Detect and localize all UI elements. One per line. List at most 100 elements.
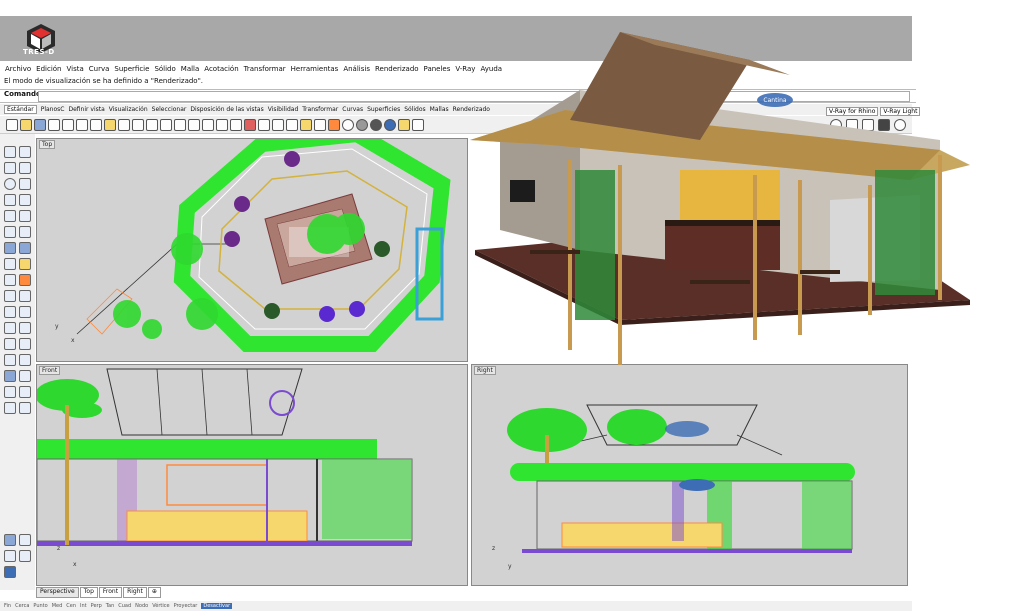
shaded-sphere-icon[interactable] bbox=[356, 119, 368, 131]
open-folder-icon[interactable] bbox=[20, 119, 32, 131]
arc-icon[interactable] bbox=[19, 178, 31, 190]
menu-acotacion[interactable]: Acotación bbox=[204, 65, 238, 73]
ellipse-icon[interactable] bbox=[4, 210, 16, 222]
save-icon[interactable] bbox=[34, 119, 46, 131]
box-icon[interactable] bbox=[4, 242, 16, 254]
menu-malla[interactable]: Malla bbox=[181, 65, 200, 73]
tab-definir-vista[interactable]: Definir vista bbox=[68, 106, 104, 113]
osnap-perp[interactable]: Perp bbox=[91, 603, 102, 609]
tab-superficies[interactable]: Superficies bbox=[367, 106, 400, 113]
osnap-proyectar[interactable]: Proyectar bbox=[174, 603, 198, 609]
text-icon[interactable] bbox=[4, 386, 16, 398]
solid-icon[interactable] bbox=[19, 242, 31, 254]
array-icon[interactable] bbox=[19, 354, 31, 366]
layer-icon[interactable] bbox=[4, 566, 16, 578]
osnap-med[interactable]: Med bbox=[52, 603, 63, 609]
explode-icon[interactable] bbox=[4, 290, 16, 302]
select-arrow-icon[interactable] bbox=[4, 146, 16, 158]
menu-paneles[interactable]: Paneles bbox=[424, 65, 451, 73]
menu-edicion[interactable]: Edición bbox=[36, 65, 61, 73]
analyze-icon[interactable] bbox=[4, 402, 16, 414]
osnap-tan[interactable]: Tan bbox=[106, 603, 114, 609]
copy-object-icon[interactable] bbox=[19, 322, 31, 334]
cut-icon[interactable] bbox=[76, 119, 88, 131]
undo-icon[interactable] bbox=[118, 119, 130, 131]
dimension-icon[interactable] bbox=[19, 370, 31, 382]
cplane-icon[interactable] bbox=[244, 119, 256, 131]
polygon-icon[interactable] bbox=[4, 194, 16, 206]
osnap-nodo[interactable]: Nodo bbox=[135, 603, 148, 609]
help-icon[interactable] bbox=[412, 119, 424, 131]
viewport-right[interactable]: Right z y bbox=[471, 364, 908, 586]
boolean-union-icon[interactable] bbox=[4, 274, 16, 286]
rotate-view-icon[interactable] bbox=[146, 119, 158, 131]
copy-icon[interactable] bbox=[90, 119, 102, 131]
tab-planosc[interactable]: PlanosC bbox=[41, 106, 65, 113]
viewport-top[interactable]: Top y x bbox=[36, 138, 468, 362]
menu-herramientas[interactable]: Herramientas bbox=[291, 65, 339, 73]
zoom-extents-icon[interactable] bbox=[188, 119, 200, 131]
osnap-fin[interactable]: Fin bbox=[4, 603, 11, 609]
osnap-punto[interactable]: Punto bbox=[33, 603, 47, 609]
named-view-icon[interactable] bbox=[4, 550, 16, 562]
osnap-cuad[interactable]: Cuad bbox=[118, 603, 131, 609]
tab-curvas[interactable]: Curvas bbox=[342, 106, 363, 113]
menu-superficie[interactable]: Superficie bbox=[114, 65, 149, 73]
rectangle-icon[interactable] bbox=[19, 194, 31, 206]
circle-icon[interactable] bbox=[4, 178, 16, 190]
hatch-icon[interactable] bbox=[19, 386, 31, 398]
new-file-icon[interactable] bbox=[6, 119, 18, 131]
material-icon[interactable] bbox=[328, 119, 340, 131]
menu-archivo[interactable]: Archivo bbox=[5, 65, 31, 73]
pan-hand-icon[interactable] bbox=[132, 119, 144, 131]
tab-disposicion[interactable]: Disposición de las vistas bbox=[190, 106, 263, 113]
check-icon[interactable] bbox=[19, 402, 31, 414]
tab-right[interactable]: Right bbox=[123, 587, 147, 598]
render-icon[interactable] bbox=[4, 534, 16, 546]
menu-analisis[interactable]: Análisis bbox=[343, 65, 370, 73]
osnap-disable-toggle[interactable]: Desactivar bbox=[201, 603, 233, 609]
tab-transformar[interactable]: Transformar bbox=[302, 106, 338, 113]
viewport-front[interactable]: Front z x bbox=[36, 364, 468, 586]
properties-icon[interactable] bbox=[286, 119, 298, 131]
menu-vista[interactable]: Vista bbox=[67, 65, 84, 73]
dark-sphere-icon[interactable] bbox=[370, 119, 382, 131]
menu-transformar[interactable]: Transformar bbox=[244, 65, 286, 73]
menu-solido[interactable]: Sólido bbox=[154, 65, 175, 73]
extrude-icon[interactable] bbox=[19, 226, 31, 238]
perspective-render[interactable]: Cantina bbox=[470, 20, 970, 375]
trim-icon[interactable] bbox=[4, 306, 16, 318]
osnap-cerca[interactable]: Cerca bbox=[15, 603, 29, 609]
viewport-title-top[interactable]: Top bbox=[39, 140, 56, 149]
display-icon[interactable] bbox=[19, 550, 31, 562]
join-icon[interactable] bbox=[19, 290, 31, 302]
tab-solidos[interactable]: Sólidos bbox=[404, 106, 425, 113]
render-sphere-icon[interactable] bbox=[342, 119, 354, 131]
polyline-icon[interactable] bbox=[4, 162, 16, 174]
add-viewport-tab-icon[interactable]: ⊕ bbox=[147, 587, 161, 598]
curve-icon[interactable] bbox=[19, 162, 31, 174]
scale-icon[interactable] bbox=[19, 338, 31, 350]
tab-visibilidad[interactable]: Visibilidad bbox=[268, 106, 299, 113]
light-bulb-icon[interactable] bbox=[300, 119, 312, 131]
viewport-layout-icon[interactable] bbox=[19, 534, 31, 546]
osnap-vertice[interactable]: Vértice bbox=[152, 603, 169, 609]
print-icon[interactable] bbox=[48, 119, 60, 131]
osnap-int[interactable]: Int bbox=[80, 603, 87, 609]
options-icon[interactable] bbox=[398, 119, 410, 131]
export-icon[interactable] bbox=[62, 119, 74, 131]
osnap-cen[interactable]: Cen bbox=[66, 603, 76, 609]
tab-visualizacion[interactable]: Visualización bbox=[109, 106, 148, 113]
viewport-title-front[interactable]: Front bbox=[39, 366, 61, 375]
tab-front[interactable]: Front bbox=[98, 587, 123, 598]
tab-top[interactable]: Top bbox=[79, 587, 98, 598]
tab-seleccionar[interactable]: Seleccionar bbox=[152, 106, 187, 113]
four-viewports-icon[interactable] bbox=[230, 119, 242, 131]
boolean-difference-icon[interactable] bbox=[19, 274, 31, 286]
mirror-icon[interactable] bbox=[4, 354, 16, 366]
light-icon[interactable] bbox=[19, 258, 31, 270]
split-icon[interactable] bbox=[19, 306, 31, 318]
fillet-icon[interactable] bbox=[19, 210, 31, 222]
paste-icon[interactable] bbox=[104, 119, 116, 131]
tab-perspective[interactable]: Perspective bbox=[36, 587, 79, 598]
